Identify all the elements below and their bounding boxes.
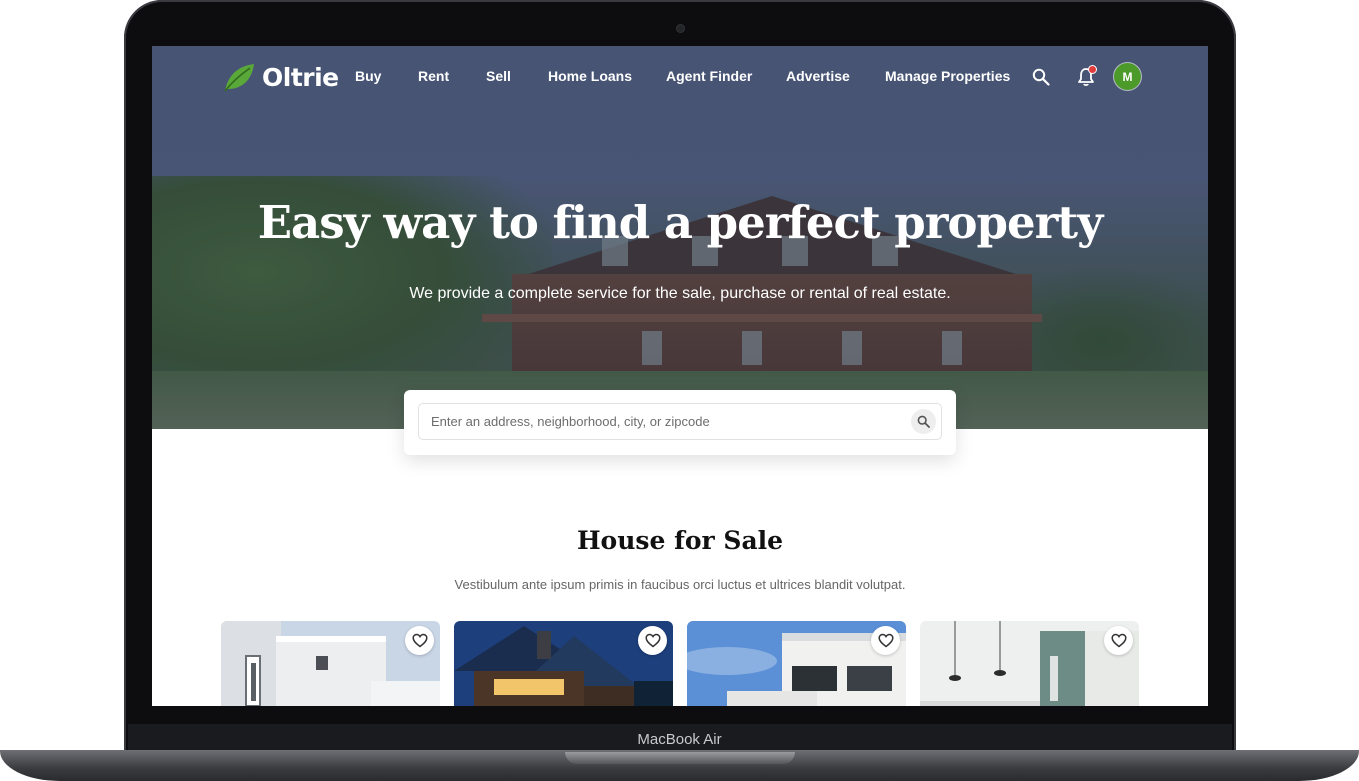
search-input[interactable] [431, 404, 891, 439]
laptop-hinge-notch [565, 752, 795, 764]
nav-agent-finder[interactable]: Agent Finder [666, 68, 752, 84]
favorite-button[interactable] [871, 626, 900, 655]
hero-subtitle: We provide a complete service for the sa… [409, 285, 951, 302]
user-avatar[interactable]: M [1114, 63, 1141, 90]
search-icon[interactable] [1032, 68, 1050, 86]
favorite-button[interactable] [405, 626, 434, 655]
heart-icon [644, 633, 661, 648]
top-navigation: Oltrie Buy Rent Sell Home Loans Agent Fi… [152, 46, 1208, 110]
brand-logo[interactable]: Oltrie [222, 60, 339, 94]
section-title: House for Sale [576, 526, 784, 555]
property-card[interactable] [221, 621, 440, 706]
search-box [418, 403, 942, 440]
hero-title: Easy way to find a perfect property [257, 196, 1103, 249]
nav-buy[interactable]: Buy [355, 68, 381, 84]
browser-viewport: Oltrie Buy Rent Sell Home Loans Agent Fi… [152, 46, 1208, 706]
property-card[interactable] [920, 621, 1139, 706]
leaf-icon [224, 64, 254, 92]
notification-dot [1088, 65, 1097, 74]
favorite-button[interactable] [1104, 626, 1133, 655]
nav-manage-properties[interactable]: Manage Properties [885, 68, 1010, 84]
search-button[interactable] [911, 409, 936, 434]
notifications-button[interactable] [1077, 65, 1097, 87]
brand-name: Oltrie [262, 62, 339, 92]
device-model-label: MacBook Air [637, 731, 722, 748]
search-card [404, 390, 956, 455]
property-card[interactable] [687, 621, 906, 706]
heart-icon [411, 633, 428, 648]
nav-advertise[interactable]: Advertise [786, 68, 850, 84]
hero-section: Oltrie Buy Rent Sell Home Loans Agent Fi… [152, 46, 1208, 429]
property-card[interactable] [454, 621, 673, 706]
heart-icon [877, 633, 894, 648]
favorite-button[interactable] [638, 626, 667, 655]
search-icon [917, 415, 930, 428]
nav-home-loans[interactable]: Home Loans [548, 68, 632, 84]
section-subtitle: Vestibulum ante ipsum primis in faucibus… [454, 577, 906, 592]
nav-sell[interactable]: Sell [486, 68, 511, 84]
nav-rent[interactable]: Rent [418, 68, 449, 84]
camera [677, 25, 684, 32]
heart-icon [1110, 633, 1127, 648]
